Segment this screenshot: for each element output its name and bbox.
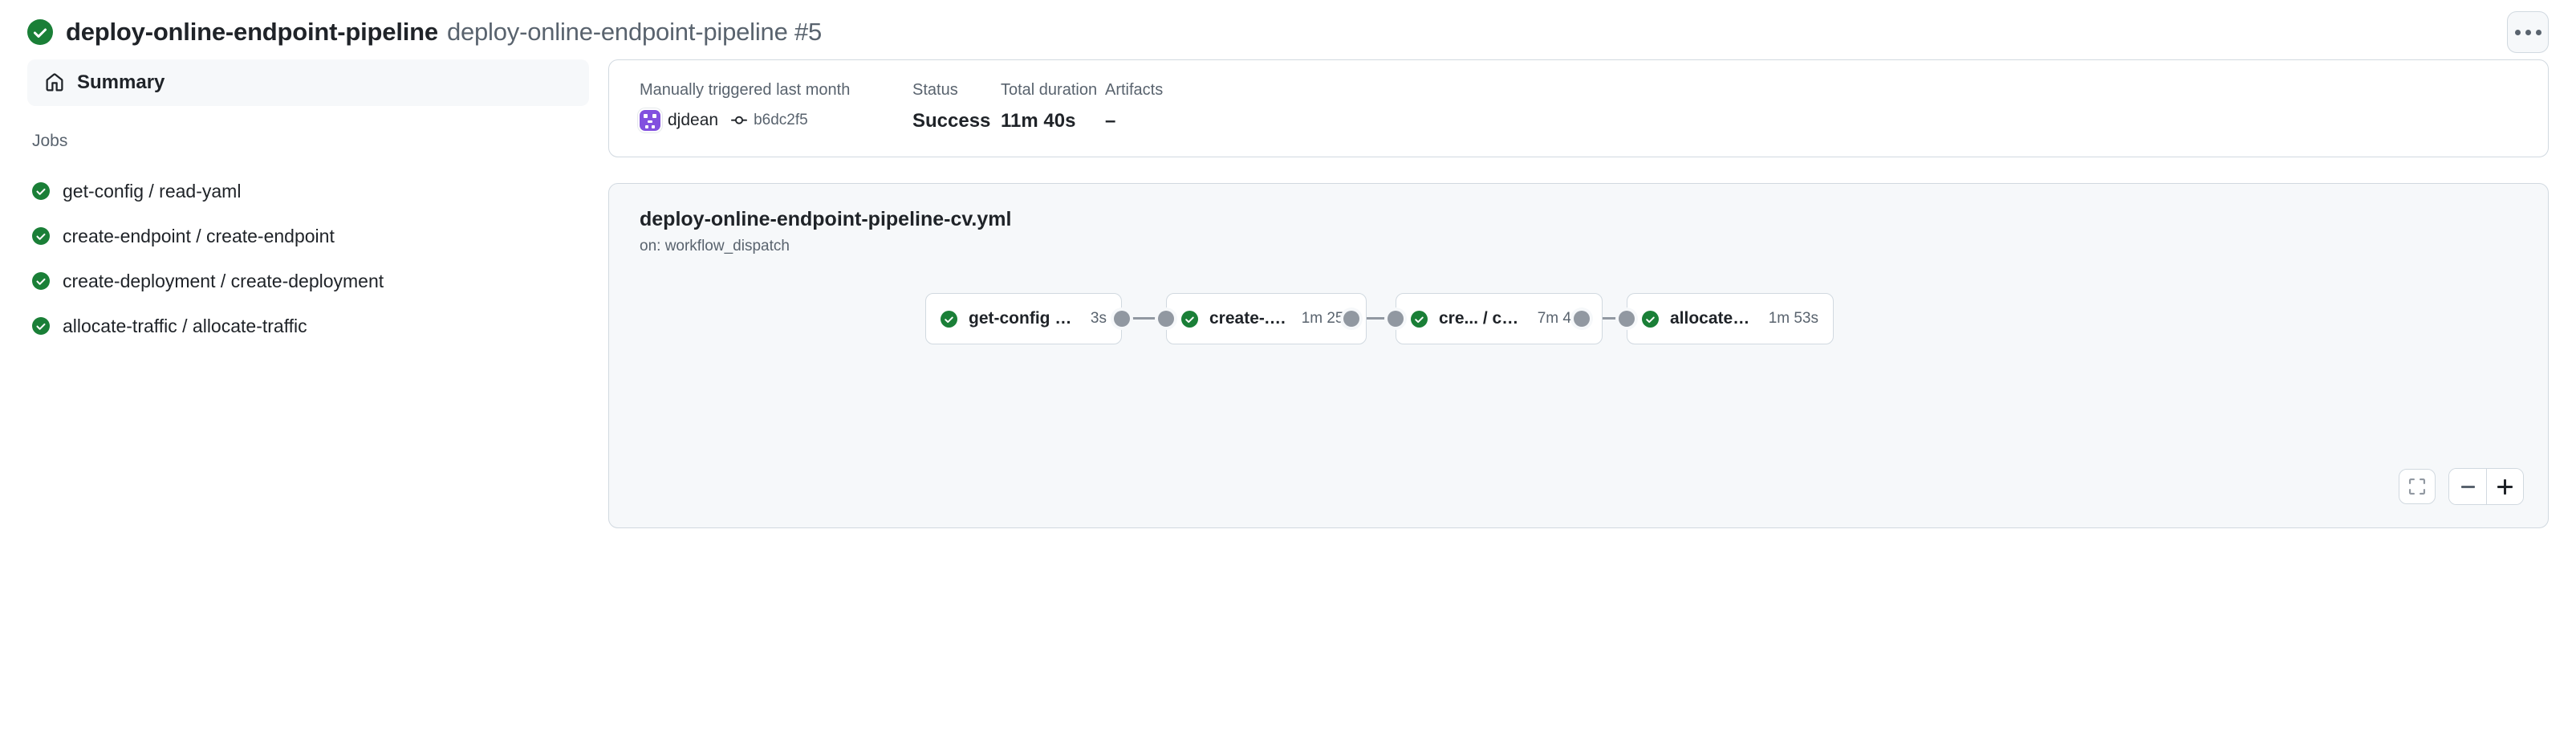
artifacts-value: – xyxy=(1105,110,1116,132)
graph-controls xyxy=(2399,468,2524,505)
sidebar-job-list: get-config / read-yaml create-endpoint /… xyxy=(27,169,589,348)
jobs-heading: Jobs xyxy=(32,132,68,150)
sidebar-item-allocate-traffic[interactable]: allocate-traffic / allocate-traffic xyxy=(27,303,589,348)
graph-node-duration: 1m 53s xyxy=(1768,310,1818,327)
success-check-icon xyxy=(32,227,50,245)
graph-port-out xyxy=(1343,311,1359,327)
graph-port-in xyxy=(1158,311,1174,327)
kebab-menu-icon[interactable] xyxy=(2507,11,2549,53)
home-icon xyxy=(45,73,64,92)
graph-node-label: allocate... / allocate-traffic xyxy=(1670,309,1754,328)
sidebar-item-label: create-endpoint / create-endpoint xyxy=(63,225,335,246)
kebab-dot xyxy=(2514,29,2521,35)
trigger-label: Manually triggered last month xyxy=(640,81,851,99)
workflow-graph-card: deploy-online-endpoint-pipeline-cv.yml o… xyxy=(608,183,2549,528)
kebab-dot xyxy=(2535,29,2541,35)
page-body: Summary Jobs get-config / read-yaml crea… xyxy=(0,50,2576,528)
actor-name[interactable]: djdean xyxy=(668,111,718,130)
status-label: Status xyxy=(912,81,958,99)
kebab-dot xyxy=(2525,29,2531,35)
artifacts-label: Artifacts xyxy=(1105,81,1164,99)
graph-port-in xyxy=(1619,311,1635,327)
run-subtitle: deploy-online-endpoint-pipeline #5 xyxy=(446,18,823,46)
graph-port-out xyxy=(1574,311,1590,327)
workflow-graph-canvas[interactable]: get-config / read-yaml 3s create-.../ cr… xyxy=(609,279,2548,431)
duration-value: 11m 40s xyxy=(1001,110,1076,132)
artifacts-column: Artifacts – xyxy=(1105,81,1201,132)
status-column: Status Success xyxy=(912,81,1001,132)
avatar[interactable] xyxy=(640,110,660,131)
graph-node-create-deployment[interactable]: cre... / create-deployment 7m 44s xyxy=(1396,293,1603,344)
main-content: Manually triggered last month djdean b6d… xyxy=(589,50,2549,528)
fit-to-screen-icon[interactable] xyxy=(2399,469,2436,504)
sidebar-item-create-deployment[interactable]: create-deployment / create-deployment xyxy=(27,259,589,303)
workflow-trigger-event: on: workflow_dispatch xyxy=(640,238,790,254)
graph-node-allocate-traffic[interactable]: allocate... / allocate-traffic 1m 53s xyxy=(1627,293,1834,344)
sidebar-item-create-endpoint[interactable]: create-endpoint / create-endpoint xyxy=(27,214,589,259)
run-metadata-card: Manually triggered last month djdean b6d… xyxy=(608,59,2549,157)
workflow-file-name: deploy-online-endpoint-pipeline-cv.yml xyxy=(640,208,1012,230)
success-check-icon xyxy=(27,19,53,45)
commit-sha[interactable]: b6dc2f5 xyxy=(754,112,808,129)
duration-label: Total duration xyxy=(1001,81,1098,99)
sidebar-item-summary-label: Summary xyxy=(77,71,165,93)
graph-node-create-endpoint[interactable]: create-.../ create-endpoint 1m 25s xyxy=(1166,293,1367,344)
graph-node-label: create-.../ create-endpoint xyxy=(1209,309,1287,328)
graph-port-in xyxy=(1388,311,1404,327)
zoom-in-icon[interactable] xyxy=(2486,469,2523,504)
sidebar-item-label: allocate-traffic / allocate-traffic xyxy=(63,315,307,336)
graph-node-label: get-config / read-yaml xyxy=(969,309,1076,328)
success-check-icon xyxy=(32,272,50,290)
success-check-icon xyxy=(1181,310,1198,328)
zoom-out-icon[interactable] xyxy=(2449,469,2486,504)
sidebar-item-get-config[interactable]: get-config / read-yaml xyxy=(27,169,589,214)
sidebar-item-label: get-config / read-yaml xyxy=(63,180,242,202)
success-check-icon xyxy=(1642,310,1659,328)
sidebar: Summary Jobs get-config / read-yaml crea… xyxy=(27,50,589,348)
page-title: deploy-online-endpoint-pipeline xyxy=(66,18,438,47)
status-value: Success xyxy=(912,110,991,132)
sidebar-item-label: create-deployment / create-deployment xyxy=(63,270,384,291)
success-check-icon xyxy=(32,182,50,200)
duration-column: Total duration 11m 40s xyxy=(1001,81,1105,132)
page-header: deploy-online-endpoint-pipeline deploy-o… xyxy=(0,0,2576,53)
graph-port-out xyxy=(1114,311,1130,327)
sidebar-item-summary[interactable]: Summary xyxy=(27,59,589,106)
success-check-icon xyxy=(941,310,957,328)
git-commit-icon xyxy=(731,112,748,128)
graph-node-get-config[interactable]: get-config / read-yaml 3s xyxy=(925,293,1122,344)
graph-node-duration: 3s xyxy=(1090,310,1107,327)
success-check-icon xyxy=(1411,310,1428,328)
trigger-column: Manually triggered last month djdean b6d… xyxy=(640,81,912,132)
graph-node-label: cre... / create-deployment xyxy=(1439,309,1523,328)
success-check-icon xyxy=(32,317,50,335)
